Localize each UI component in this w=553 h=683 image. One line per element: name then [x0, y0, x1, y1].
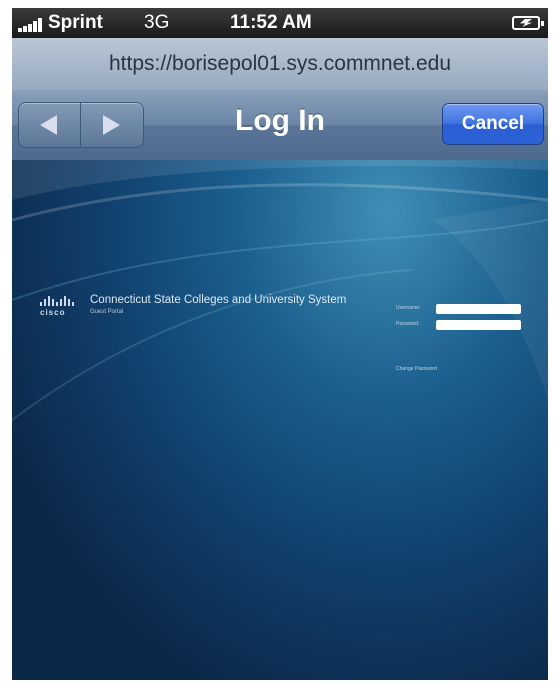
signal-bars-icon [18, 18, 44, 32]
network-type: 3G [144, 12, 170, 33]
url-bar[interactable]: https://borisepol01.sys.commnet.edu [12, 38, 548, 90]
navigation-bar: Log In Cancel [12, 90, 548, 161]
username-input[interactable] [436, 304, 521, 314]
username-label: Username: [396, 305, 421, 311]
status-bar: Sprint 3G 11:52 AM [12, 8, 548, 38]
cancel-button[interactable]: Cancel [442, 103, 544, 145]
battery-charging-icon [512, 16, 544, 30]
history-navigation [18, 102, 144, 148]
login-button[interactable]: Login [434, 346, 446, 352]
status-time: 11:52 AM [230, 12, 312, 33]
cisco-logo-text: cisco [40, 308, 66, 317]
page-title: Log In [235, 104, 325, 137]
back-arrow-icon [40, 115, 57, 135]
web-content: cisco Connecticut State Colleges and Uni… [12, 160, 548, 680]
password-label: Password: [396, 321, 420, 327]
change-password-link[interactable]: Change Password [396, 366, 437, 372]
phone-screen: Sprint 3G 11:52 AM https://borisepol01.s… [12, 8, 548, 680]
cisco-logo: cisco [40, 296, 76, 317]
back-button[interactable] [19, 103, 80, 147]
forward-arrow-icon [103, 115, 120, 135]
background-swirl [12, 160, 548, 421]
username-row: Username: [396, 304, 546, 316]
carrier-name: Sprint [48, 12, 103, 33]
system-name: Connecticut State Colleges and Universit… [90, 294, 347, 306]
url-text: https://borisepol01.sys.commnet.edu [108, 52, 451, 75]
password-input[interactable] [436, 320, 521, 330]
forward-button[interactable] [81, 103, 142, 147]
password-row: Password: [396, 320, 546, 332]
portal-subtitle: Guest Portal [90, 309, 124, 315]
